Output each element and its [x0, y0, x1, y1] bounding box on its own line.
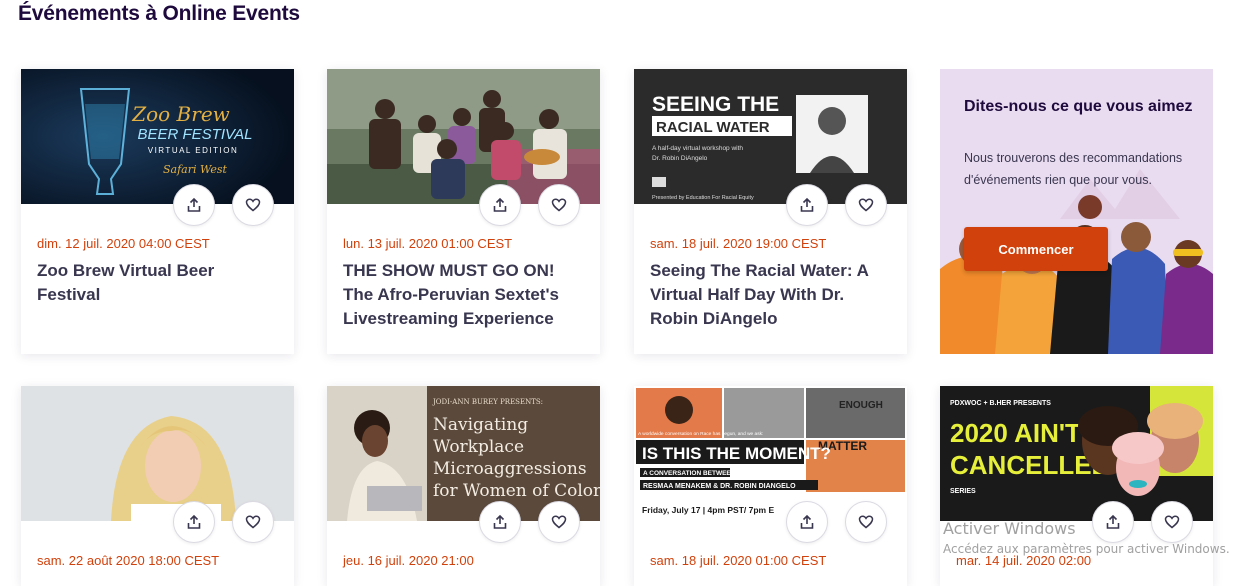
like-button[interactable] [845, 184, 887, 226]
event-title[interactable]: Zoo Brew Virtual Beer Festival [37, 259, 277, 307]
image-text-subtitle: BEER FESTIVAL [137, 126, 252, 143]
share-button[interactable] [173, 184, 215, 226]
event-date: sam. 18 juil. 2020 01:00 CEST [650, 553, 827, 568]
event-date: lun. 13 juil. 2020 01:00 CEST [343, 236, 513, 251]
image-text-subtitle: RACIAL WATER [656, 119, 770, 136]
image-text-datetime: Friday, July 17 | 4pm PST/ 7pm E [642, 505, 774, 515]
like-button[interactable] [232, 184, 274, 226]
image-text-line1: Navigating [433, 415, 528, 435]
share-icon [187, 514, 201, 529]
heart-icon [858, 198, 874, 212]
image-text-series: SERIES [950, 488, 976, 495]
heart-icon [245, 198, 261, 212]
event-title[interactable]: THE SHOW MUST GO ON! The Afro-Peruvian S… [343, 259, 583, 331]
image-text-brand: Safari West [163, 163, 228, 176]
share-icon [493, 197, 507, 212]
image-text-line2: Workplace [433, 437, 524, 457]
share-button[interactable] [786, 184, 828, 226]
promo-text: Nous trouverons des recommandations d'év… [964, 151, 1183, 187]
promo-heading: Dites-nous ce que vous aimez [964, 98, 1193, 115]
watermark-title: Activer Windows [943, 519, 1076, 538]
like-button[interactable] [845, 501, 887, 543]
heart-icon [858, 515, 874, 529]
image-text-sign1: ENOUGH [839, 400, 883, 411]
share-icon [493, 514, 507, 529]
like-button[interactable] [232, 501, 274, 543]
event-card-row2-3[interactable]: ENOUGH MATTER A worldwide conversation o… [634, 386, 907, 586]
image-text-presenter: Presented by Education For Racial Equity [652, 195, 754, 201]
event-card-afro-peruvian[interactable]: lun. 13 juil. 2020 01:00 CEST THE SHOW M… [327, 69, 600, 354]
share-button[interactable] [173, 501, 215, 543]
image-text-intro: A worldwide conversation on Race has beg… [638, 431, 763, 437]
image-text-subtitle: A CONVERSATION BETWEEN [643, 470, 736, 477]
heart-icon [551, 198, 567, 212]
image-text-line4: for Women of Color [433, 481, 600, 501]
heart-icon [245, 515, 261, 529]
image-text-speakers: RESMAA MENAKEM & DR. ROBIN DIANGELO [643, 483, 796, 490]
image-text-desc: A half-day virtual workshop with [652, 145, 743, 152]
image-text-speaker: Dr. Robin DiAngelo [652, 155, 708, 162]
windows-activation-watermark: Activer Windows Accédez aux paramètres p… [943, 519, 1230, 556]
share-icon [800, 197, 814, 212]
event-card-racial-water[interactable]: SEEING THE RACIAL WATER A half-day virtu… [634, 69, 907, 354]
image-text-title-1: 2020 AIN'T [950, 418, 1081, 448]
heart-icon [551, 515, 567, 529]
share-button[interactable] [786, 501, 828, 543]
image-text-edition: VIRTUAL EDITION [148, 146, 239, 155]
page-title: Événements à Online Events [18, 2, 300, 25]
watermark-subtitle: Accédez aux paramètres pour activer Wind… [943, 542, 1230, 556]
share-icon [187, 197, 201, 212]
share-button[interactable] [479, 184, 521, 226]
event-card-row2-2[interactable]: JODI-ANN BUREY PRESENTS: Navigating Work… [327, 386, 600, 586]
image-text-presenters: PDXWOC + B.HER PRESENTS [950, 400, 1051, 407]
event-card-zoo-brew[interactable]: Zoo Brew BEER FESTIVAL VIRTUAL EDITION S… [21, 69, 294, 354]
get-started-button[interactable]: Commencer [964, 227, 1108, 271]
event-card-row2-4[interactable]: PDXWOC + B.HER PRESENTS 2020 AIN'T CANCE… [940, 386, 1213, 586]
recommendations-promo-card: Dites-nous ce que vous aimez Nous trouve… [940, 69, 1213, 354]
share-button[interactable] [479, 501, 521, 543]
event-date: dim. 12 juil. 2020 04:00 CEST [37, 236, 210, 251]
like-button[interactable] [538, 184, 580, 226]
image-text-title: SEEING THE [652, 93, 779, 116]
image-text-line3: Microaggressions [433, 459, 587, 479]
image-text-title: IS THIS THE MOMENT? [642, 444, 831, 463]
image-text-title: Zoo Brew [131, 102, 230, 126]
share-icon [800, 514, 814, 529]
event-title[interactable]: Seeing The Racial Water: A Virtual Half … [650, 259, 890, 331]
event-date: sam. 18 juil. 2020 19:00 CEST [650, 236, 827, 251]
event-date: sam. 22 août 2020 18:00 CEST [37, 553, 220, 568]
like-button[interactable] [538, 501, 580, 543]
image-text-presenter: JODI-ANN BUREY PRESENTS: [432, 398, 543, 406]
event-date: jeu. 16 juil. 2020 21:00 [343, 553, 474, 568]
event-card-row2-1[interactable]: sam. 22 août 2020 18:00 CEST [21, 386, 294, 586]
